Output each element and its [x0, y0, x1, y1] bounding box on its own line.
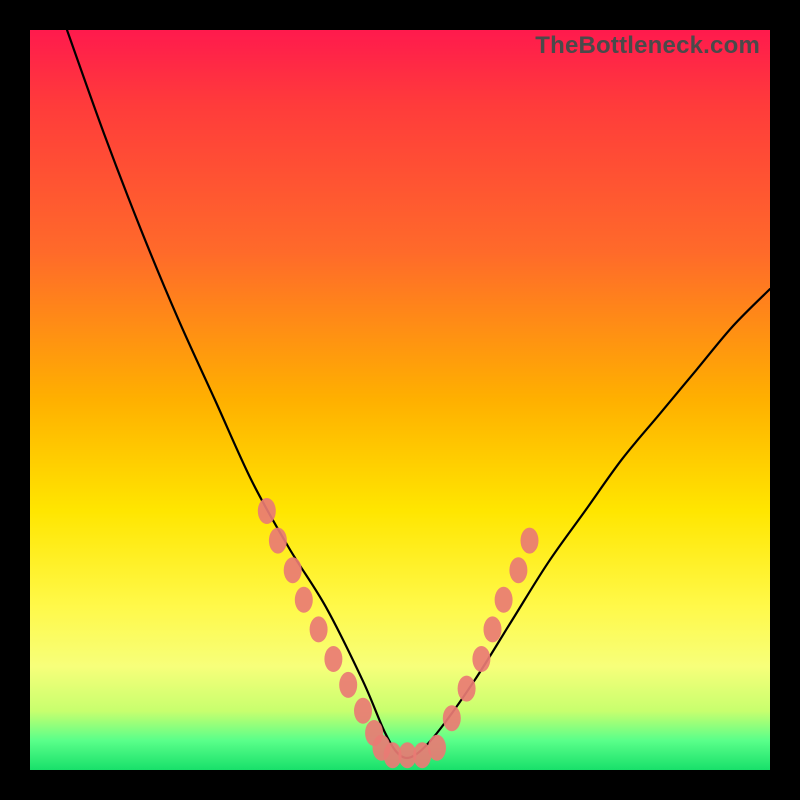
curve-marker: [443, 705, 461, 731]
curve-marker: [509, 557, 527, 583]
curve-marker: [339, 672, 357, 698]
curve-markers: [258, 498, 539, 768]
curve-marker: [354, 698, 372, 724]
bottleneck-curve: [67, 30, 770, 758]
curve-marker: [521, 528, 539, 554]
chart-svg: [30, 30, 770, 770]
curve-marker: [495, 587, 513, 613]
curve-marker: [484, 616, 502, 642]
curve-marker: [472, 646, 490, 672]
curve-marker: [428, 735, 446, 761]
chart-frame: TheBottleneck.com: [0, 0, 800, 800]
watermark-text: TheBottleneck.com: [535, 32, 760, 60]
curve-marker: [258, 498, 276, 524]
curve-marker: [324, 646, 342, 672]
curve-marker: [269, 528, 287, 554]
curve-marker: [295, 587, 313, 613]
chart-plot-area: TheBottleneck.com: [30, 30, 770, 770]
curve-marker: [310, 616, 328, 642]
curve-marker: [284, 557, 302, 583]
curve-marker: [458, 676, 476, 702]
